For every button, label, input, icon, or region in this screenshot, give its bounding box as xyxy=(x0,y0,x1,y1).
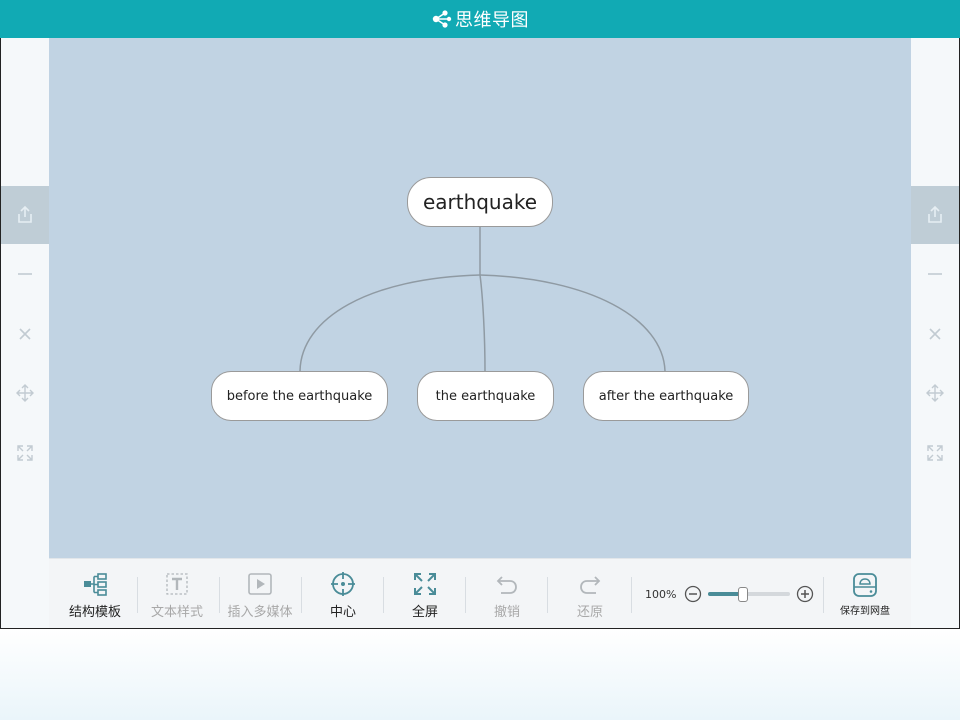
expand-icon xyxy=(927,445,943,461)
right-side-panel xyxy=(911,38,960,628)
toolbar-separator xyxy=(547,577,548,613)
right-close-button[interactable] xyxy=(911,320,959,348)
left-expand-button[interactable] xyxy=(1,439,49,467)
fullscreen-icon xyxy=(414,572,436,595)
undo-label: 撤销 xyxy=(493,604,520,620)
zoom-out-icon xyxy=(685,585,702,603)
zoom-control: 100% xyxy=(645,559,814,629)
move-icon xyxy=(16,384,34,402)
expand-icon xyxy=(17,445,33,461)
text-style-icon xyxy=(166,572,188,595)
title-bar: 思维导图 xyxy=(0,0,960,38)
export-icon xyxy=(928,205,942,223)
minimize-icon xyxy=(18,273,32,275)
mindmap-canvas[interactable]: earthquake before the earthquake the ear… xyxy=(49,38,911,558)
close-icon xyxy=(19,328,31,340)
zoom-slider-thumb[interactable] xyxy=(738,587,749,602)
toolbar-separator xyxy=(383,577,384,613)
connector-before xyxy=(299,274,481,372)
structure-icon xyxy=(84,572,107,596)
right-minimize-button[interactable] xyxy=(911,260,959,288)
right-expand-button[interactable] xyxy=(911,439,959,467)
left-export-button[interactable] xyxy=(1,186,49,244)
insert-media-label: 插入多媒体 xyxy=(227,604,293,620)
undo-button[interactable]: 撤销 xyxy=(467,559,547,629)
right-export-button[interactable] xyxy=(911,186,959,244)
bottom-toolbar: 结构模板 文本样式 插入多媒体 中心 全屏 撤销 还原 100% 保存到网盘 xyxy=(49,558,911,628)
connector-middle xyxy=(479,274,486,372)
left-side-panel xyxy=(0,38,49,628)
left-close-button[interactable] xyxy=(1,320,49,348)
zoom-out-button[interactable] xyxy=(684,585,702,603)
fullscreen-button[interactable]: 全屏 xyxy=(385,559,465,629)
minimize-icon xyxy=(928,273,942,275)
right-move-button[interactable] xyxy=(911,379,959,407)
left-move-button[interactable] xyxy=(1,379,49,407)
close-icon xyxy=(929,328,941,340)
toolbar-separator xyxy=(631,577,632,613)
child-node-during[interactable]: the earthquake xyxy=(417,371,554,421)
child-node-after[interactable]: after the earthquake xyxy=(583,371,749,421)
connector-after xyxy=(479,274,666,372)
move-icon xyxy=(926,384,944,402)
export-icon xyxy=(18,205,32,223)
text-style-label: 文本样式 xyxy=(150,604,203,620)
connector-lines xyxy=(299,227,666,372)
crosshair-icon xyxy=(331,571,355,596)
app-title: 思维导图 xyxy=(455,10,529,31)
cloud-disk-icon xyxy=(853,572,877,597)
root-node[interactable]: earthquake xyxy=(407,177,553,227)
save-to-cloud-label: 保存到网盘 xyxy=(840,605,890,617)
fullscreen-label: 全屏 xyxy=(411,604,438,620)
mindmap-app: 思维导图 earthquake before the earthquake th… xyxy=(0,0,960,720)
toolbar-separator xyxy=(465,577,466,613)
center-button[interactable]: 中心 xyxy=(303,559,383,629)
redo-button[interactable]: 还原 xyxy=(549,559,631,629)
insert-media-button[interactable]: 插入多媒体 xyxy=(219,559,301,629)
save-to-cloud-button[interactable]: 保存到网盘 xyxy=(829,559,901,629)
text-style-button[interactable]: 文本样式 xyxy=(137,559,217,629)
redo-icon xyxy=(580,575,601,594)
redo-label: 还原 xyxy=(576,604,603,620)
left-minimize-button[interactable] xyxy=(1,260,49,288)
zoom-in-icon xyxy=(797,585,814,603)
toolbar-separator xyxy=(301,577,302,613)
toolbar-separator xyxy=(823,577,824,613)
undo-icon xyxy=(496,575,517,594)
background-fade xyxy=(0,629,960,720)
zoom-slider[interactable] xyxy=(708,585,791,603)
mindmap-logo-icon xyxy=(431,9,453,29)
zoom-level: 100% xyxy=(645,587,677,601)
structure-template-button[interactable]: 结构模板 xyxy=(55,559,135,629)
child-node-before[interactable]: before the earthquake xyxy=(211,371,388,421)
structure-template-label: 结构模板 xyxy=(68,604,121,620)
media-play-icon xyxy=(248,572,272,595)
zoom-in-button[interactable] xyxy=(796,585,814,603)
center-label: 中心 xyxy=(329,604,356,620)
